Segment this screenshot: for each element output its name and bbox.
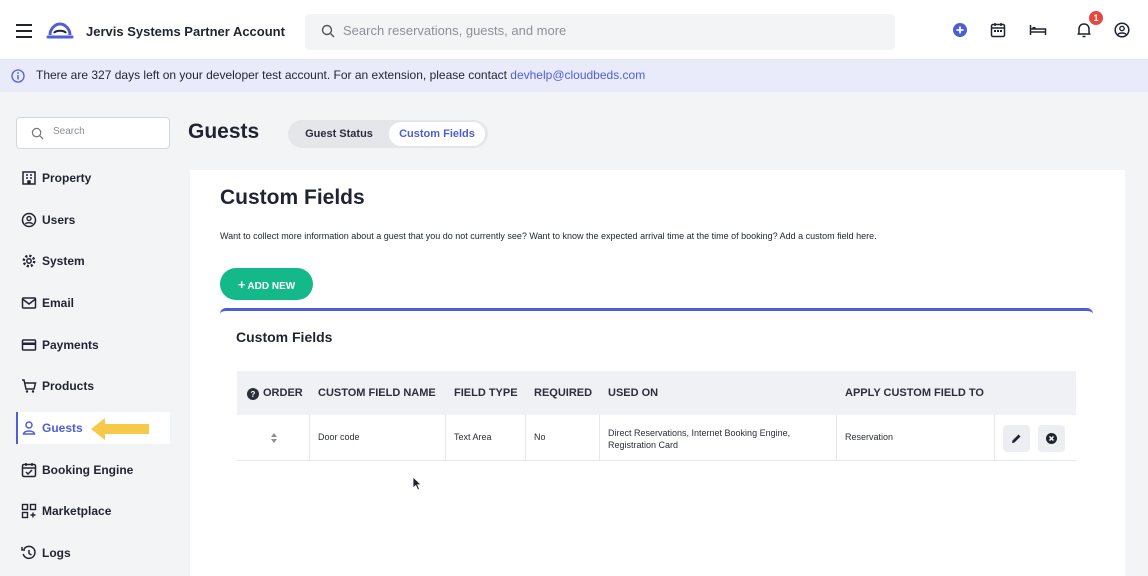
svg-text:?: ?: [251, 390, 256, 399]
user-circle-icon[interactable]: [1114, 22, 1130, 38]
sidebar-item-label: Marketplace: [42, 504, 112, 518]
tab-guest-status[interactable]: Guest Status: [291, 122, 387, 146]
bell-icon[interactable]: [1076, 22, 1092, 38]
sidebar-item-logs[interactable]: Logs: [16, 537, 170, 569]
guest-icon: [21, 420, 37, 436]
sidebar-item-label: System: [42, 254, 85, 268]
banner-text: There are 327 days left on your develope…: [36, 68, 511, 82]
sidebar-item-label: Users: [42, 213, 76, 227]
bed-icon[interactable]: [1029, 22, 1047, 38]
type-cell: Text Area: [446, 415, 526, 461]
name-cell: Door code: [310, 415, 446, 461]
table-row: Door code Text Area No Direct Reservatio…: [237, 415, 1076, 461]
sidebar-item-booking-engine[interactable]: Booking Engine: [16, 454, 170, 486]
edit-button[interactable]: [1003, 425, 1030, 452]
page-title: Guests: [188, 120, 260, 143]
required-cell: No: [526, 415, 600, 461]
custom-fields-card: Custom Fields Want to collect more infor…: [190, 170, 1125, 576]
highlight-arrow-icon: [91, 418, 149, 445]
sidebar-item-property[interactable]: Property: [16, 162, 170, 194]
calendar-icon[interactable]: [990, 22, 1006, 38]
sidebar-search[interactable]: [16, 117, 170, 149]
building-icon: [21, 170, 37, 186]
plus-icon: +: [237, 276, 246, 292]
search-icon: [31, 127, 44, 145]
devhelp-email-link[interactable]: devhelp@cloudbeds.com: [510, 68, 645, 82]
help-circle-icon[interactable]: ?: [247, 387, 259, 405]
mouse-cursor-icon: [412, 476, 422, 496]
global-search-input[interactable]: [343, 23, 863, 38]
sidebar-item-label: Guests: [42, 421, 83, 435]
sidebar-item-system[interactable]: System: [16, 245, 170, 277]
history-icon: [21, 545, 37, 561]
search-icon: [321, 24, 335, 43]
column-header-used-on[interactable]: USED ON: [608, 387, 658, 399]
sidebar-item-email[interactable]: Email: [16, 287, 170, 319]
sidebar-item-label: Payments: [42, 338, 99, 352]
global-search[interactable]: [305, 14, 895, 50]
add-new-label: ADD NEW: [247, 280, 296, 292]
field-name: Door code: [318, 432, 360, 442]
table-header: ? ORDER CUSTOM FIELD NAME FIELD TYPE REQ…: [237, 371, 1076, 415]
actions-cell: [995, 415, 1076, 461]
order-cell: [237, 415, 310, 461]
used-on-cell: Direct Reservations, Internet Booking En…: [600, 415, 837, 461]
sidebar-item-payments[interactable]: Payments: [16, 329, 170, 361]
calendar-check-icon: [21, 462, 37, 478]
account-name[interactable]: Jervis Systems Partner Account: [86, 24, 285, 39]
apps-icon: [21, 503, 37, 519]
panel-title: Custom Fields: [236, 329, 333, 345]
guests-tabs: Guest Status Custom Fields: [288, 120, 488, 148]
notification-badge: 1: [1089, 11, 1103, 25]
sidebar-item-marketplace[interactable]: Marketplace: [16, 495, 170, 527]
column-header-required[interactable]: REQUIRED: [534, 387, 592, 399]
banner-message: There are 327 days left on your develope…: [36, 68, 645, 82]
column-header-name[interactable]: CUSTOM FIELD NAME: [318, 387, 436, 399]
gear-icon: [21, 253, 37, 269]
add-new-button[interactable]: + ADD NEW: [220, 268, 313, 300]
cart-icon: [21, 378, 37, 394]
column-header-apply-to[interactable]: APPLY CUSTOM FIELD TO: [845, 387, 984, 399]
section-description: Want to collect more information about a…: [220, 231, 877, 241]
sidebar-search-input[interactable]: [53, 126, 163, 137]
column-header-field-type[interactable]: FIELD TYPE: [454, 387, 518, 399]
credit-card-icon: [21, 337, 37, 353]
user-icon: [21, 212, 37, 228]
delete-button[interactable]: [1038, 425, 1065, 452]
field-apply-to: Reservation: [845, 432, 894, 442]
sort-handle-icon[interactable]: [270, 431, 278, 449]
column-header-order[interactable]: ORDER: [263, 387, 303, 399]
field-required: No: [534, 432, 546, 442]
sidebar-item-products[interactable]: Products: [16, 370, 170, 402]
menu-icon[interactable]: [16, 24, 32, 38]
sidebar-item-label: Logs: [42, 546, 71, 560]
cloudbeds-logo[interactable]: [46, 21, 74, 46]
section-title: Custom Fields: [220, 186, 365, 209]
top-bar: Jervis Systems Partner Account 1: [0, 0, 1148, 60]
apply-to-cell: Reservation: [837, 415, 995, 461]
info-icon: [11, 69, 25, 88]
field-type: Text Area: [454, 432, 492, 442]
tab-custom-fields[interactable]: Custom Fields: [389, 122, 485, 146]
sidebar-item-label: Booking Engine: [42, 463, 134, 477]
envelope-icon: [21, 295, 37, 311]
sidebar-item-label: Email: [42, 296, 75, 310]
developer-account-banner: There are 327 days left on your develope…: [0, 60, 1148, 92]
field-used-on: Direct Reservations, Internet Booking En…: [608, 428, 791, 450]
custom-fields-panel: Custom Fields ? ORDER CUSTOM FIELD NAME …: [220, 308, 1093, 568]
sidebar-item-label: Products: [42, 379, 95, 393]
sidebar-item-users[interactable]: Users: [16, 204, 170, 236]
add-circle-icon[interactable]: [952, 22, 968, 38]
sidebar-item-label: Property: [42, 171, 92, 185]
